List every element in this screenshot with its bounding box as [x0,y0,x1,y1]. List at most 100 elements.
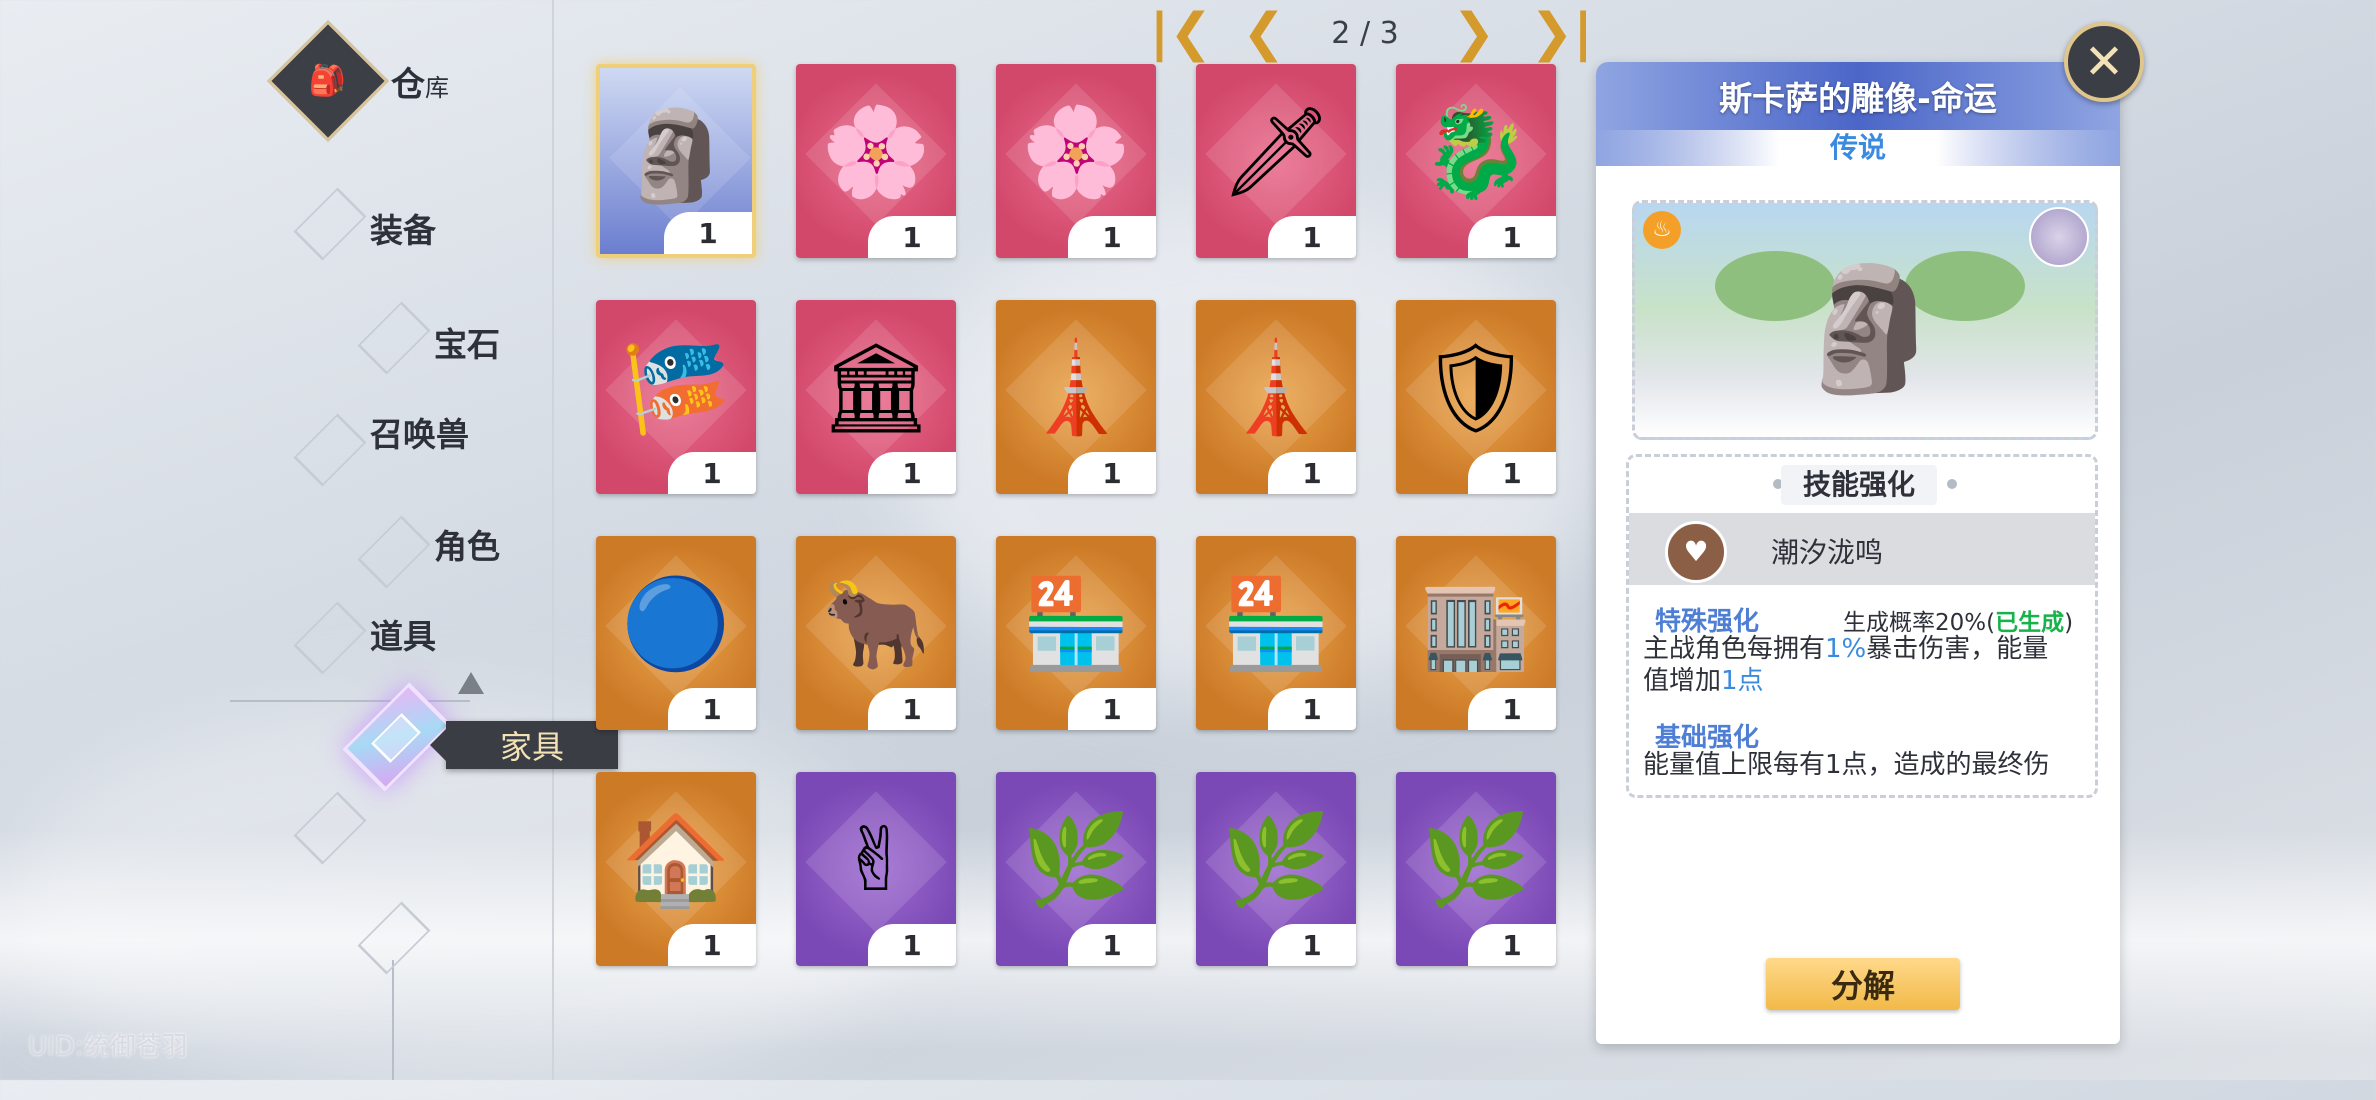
heart-icon: ♥ [1665,521,1727,583]
item-card-mansion[interactable]: 🏛 1 [796,300,956,494]
item-count: 1 [1468,688,1556,730]
skill-name: 潮汐泷鸣 [1771,536,1884,569]
diamond-marker-icon [362,504,422,604]
warehouse-title: 仓库 [391,64,449,105]
meat-shop-icon: 🏪 [1221,572,1331,675]
triangle-marker-icon [458,672,484,694]
skill-row[interactable]: ♥ 潮汐泷鸣 [1629,513,2095,585]
nav-active-label: 家具 [430,721,618,769]
diamond-marker-icon [298,176,358,276]
item-count: 1 [668,452,756,494]
blue-emblem-icon: 🔵 [621,572,731,675]
flame-icon: ♨ [1643,211,1681,249]
item-count: 1 [1268,924,1356,966]
item-card-flower-planter-green[interactable]: 🌿 1 [1196,772,1356,966]
item-card-book-shop[interactable]: 🏬 1 [1396,536,1556,730]
diamond-marker-icon [298,590,358,690]
item-count: 1 [1068,216,1156,258]
warehouse-header: 🎒 仓库 [267,20,449,142]
nav-item-furniture[interactable] [342,672,452,812]
nav-item-equipment[interactable]: 装备 [370,204,436,252]
item-count: 1 [1068,452,1156,494]
decompose-button[interactable]: 分解 [1766,958,1960,1010]
nav-item-gem[interactable]: 宝石 [434,318,500,366]
item-card-peace-hand[interactable]: ✌ 1 [796,772,956,966]
nav-item-props[interactable]: 道具 [370,610,436,658]
item-card-dragon-weathervane[interactable]: 🐉 1 [1396,64,1556,258]
item-card-sakura-tree[interactable]: 🌸 1 [796,64,956,258]
item-card-ox-board[interactable]: 🐂 1 [796,536,956,730]
item-count: 1 [664,212,752,254]
basic-enhance-desc: 能量值上限每有1点，造成的最终伤 [1643,750,2050,780]
item-card-flower-planter-teal[interactable]: 🌿 1 [1396,772,1556,966]
backpack-icon: 🎒 [267,20,389,142]
item-count: 1 [868,452,956,494]
item-card-weapon-rack[interactable]: 🗡 1 [1196,64,1356,258]
dragon-weathervane-icon: 🐉 [1421,100,1531,203]
item-count: 1 [1468,452,1556,494]
mansion-icon: 🏛 [820,336,932,439]
item-card-blue-emblem[interactable]: 🔵 1 [596,536,756,730]
first-page-button[interactable]: |❮ [1150,7,1213,59]
item-count: 1 [1068,924,1156,966]
uid-text: UID:统御苍羽 [28,1032,188,1062]
page-indicator: 2 / 3 [1331,15,1399,51]
skill-header: 技能强化 [1781,465,1937,505]
nav-item-character[interactable]: 角色 [434,520,500,568]
pagination: |❮ ❮ 2 / 3 ❯ ❯| [1150,7,1593,59]
panel-header: 斯卡萨的雕像-命运 传说 [1596,62,2120,166]
item-count: 1 [1268,216,1356,258]
diamond-marker-icon[interactable] [362,890,422,990]
item-count: 1 [668,924,756,966]
item-count: 1 [1268,688,1356,730]
item-card-banner[interactable]: 🎏 1 [596,300,756,494]
next-page-button[interactable]: ❯ [1452,7,1496,59]
gold-emblem-icon: 🛡 [1420,336,1532,439]
diamond-marker-icon [298,402,358,502]
banner-icon: 🎏 [621,336,731,439]
obelisk-icon: 🗼 [1021,336,1131,439]
statue-skasa-icon: 🗿 [621,104,731,207]
item-count: 1 [1068,688,1156,730]
item-count: 1 [868,924,956,966]
character-avatar [2029,207,2089,267]
weapon-rack-icon: 🗡 [1220,100,1332,203]
item-card-obelisk[interactable]: 🗼 1 [996,300,1156,494]
peace-hand-icon: ✌ [839,808,913,911]
diamond-marker-icon[interactable] [298,780,358,880]
prev-page-button[interactable]: ❮ [1242,7,1286,59]
flower-shop-icon: 🏠 [621,808,731,911]
item-count: 1 [1268,452,1356,494]
item-card-flower-planter-blue[interactable]: 🌿 1 [996,772,1156,966]
nav-item-summon[interactable]: 召唤兽 [370,408,469,456]
rarity-label: 传说 [1596,130,2120,166]
item-card-flower-shop[interactable]: 🏠 1 [596,772,756,966]
flower-planter-teal-icon: 🌿 [1421,808,1531,911]
item-card-statue-skasa[interactable]: 🗿 1 [596,64,756,258]
obelisk-icon: 🗼 [1221,336,1331,439]
item-count: 1 [1468,924,1556,966]
item-count: 1 [668,688,756,730]
item-count: 1 [1468,216,1556,258]
statue-preview-icon: 🗿 [1795,260,1945,399]
special-enhance-desc: 主战角色每拥有1%暴击伤害，能量 值增加1点 [1643,634,2049,696]
item-grid: 🗿 1 🌸 1 🌸 1 🗡 1 🐉 1 🎏 1 🏛 1 🗼 1 🗼 1 🛡 1 🔵 1 🐂 1 🏪 1 🏪 1 🏬 1 🏠 1 ✌ 1 🌿 1 🌿 1 🌿 1 [596,64,1561,974]
item-card-sakura-tree[interactable]: 🌸 1 [996,64,1156,258]
item-card-meat-shop[interactable]: 🏪 1 [996,536,1156,730]
item-preview: 🗿 ♨ [1632,200,2098,440]
item-card-obelisk[interactable]: 🗼 1 [1196,300,1356,494]
sakura-tree-icon: 🌸 [1021,100,1131,203]
diamond-marker-icon [362,290,422,390]
sakura-tree-icon: 🌸 [821,100,931,203]
item-count: 1 [868,216,956,258]
ox-board-icon: 🐂 [821,572,931,675]
last-page-button[interactable]: ❯| [1530,7,1593,59]
item-detail-panel: 斯卡萨的雕像-命运 传说 🗿 ♨ 技能强化 ♥ 潮汐泷鸣 特殊强化 生成概率20… [1596,62,2120,1044]
skill-section: 技能强化 ♥ 潮汐泷鸣 特殊强化 生成概率20%(已生成) 主战角色每拥有1%暴… [1626,454,2098,798]
close-button[interactable]: ✕ [2064,22,2144,102]
item-card-gold-emblem[interactable]: 🛡 1 [1396,300,1556,494]
item-title: 斯卡萨的雕像-命运 [1719,79,1997,118]
meat-shop-icon: 🏪 [1021,572,1131,675]
flower-planter-blue-icon: 🌿 [1021,808,1131,911]
item-card-meat-shop[interactable]: 🏪 1 [1196,536,1356,730]
